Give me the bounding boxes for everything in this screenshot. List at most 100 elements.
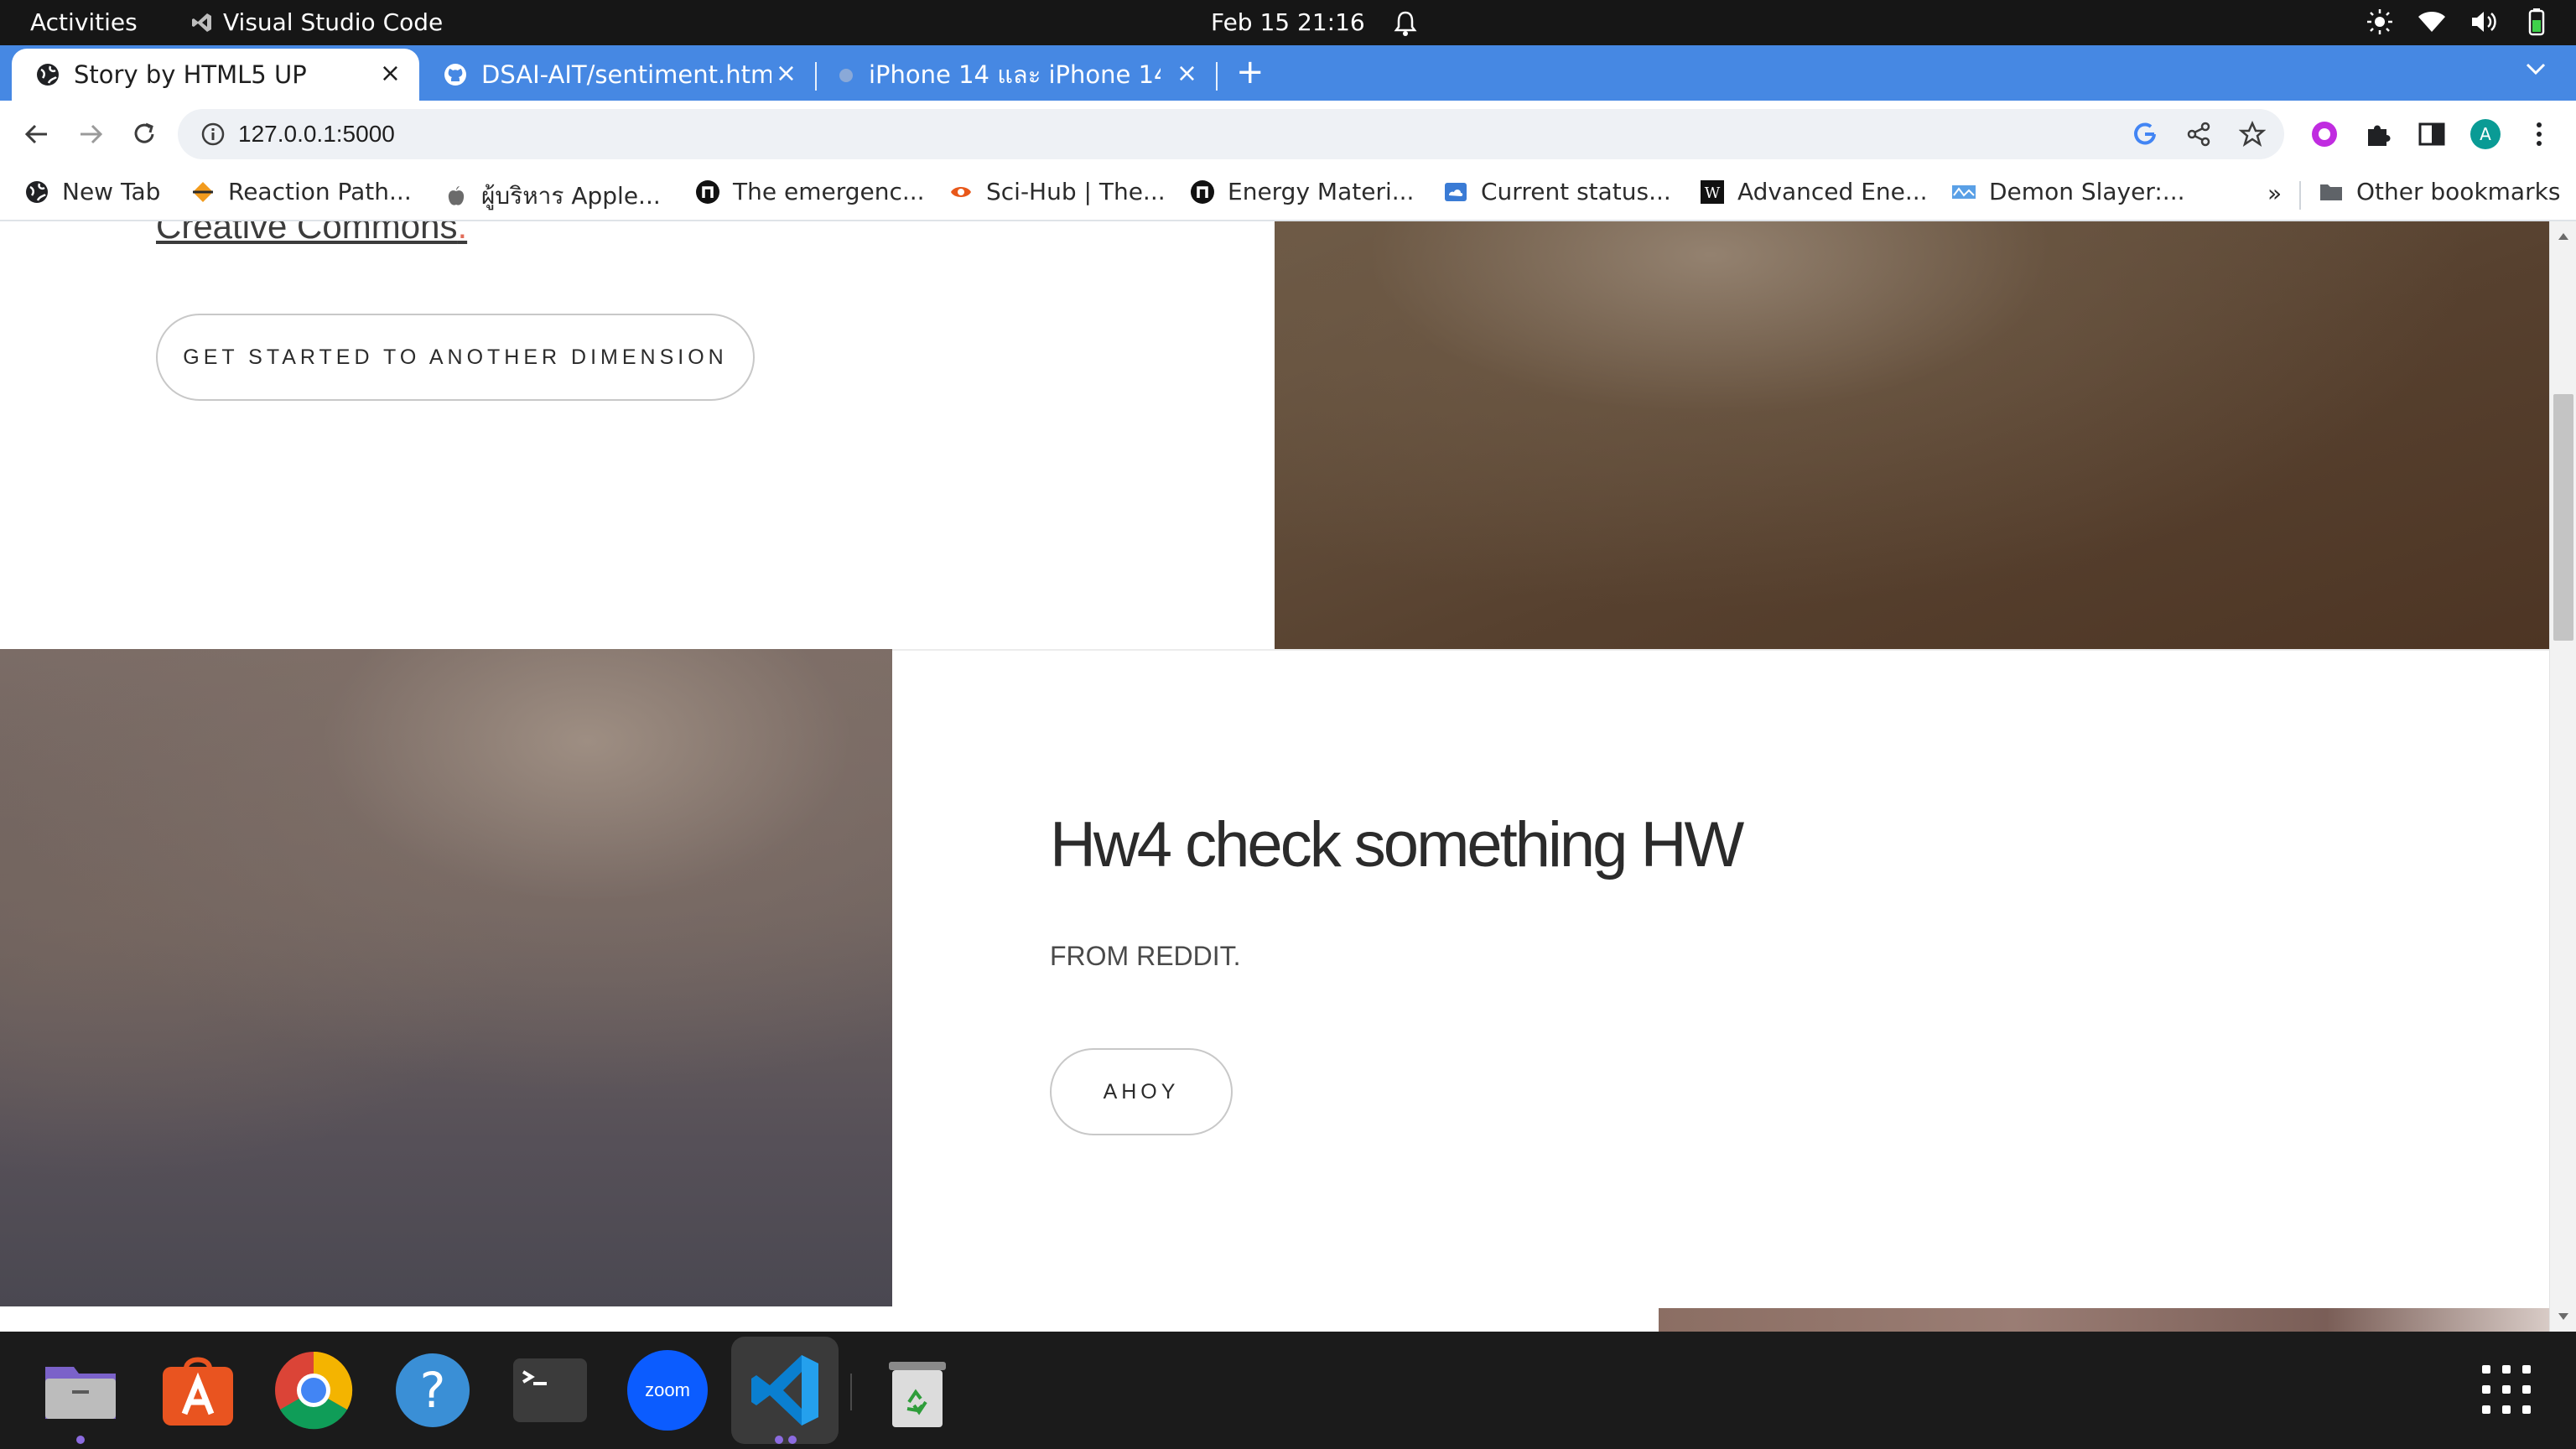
terminal-icon[interactable] <box>510 1350 590 1431</box>
chrome-icon[interactable] <box>273 1350 354 1431</box>
bookmark-label: ผู้บริหาร Apple... <box>481 182 661 210</box>
app-center-icon[interactable] <box>158 1350 238 1431</box>
ahoy-button[interactable]: AHOY <box>1050 1048 1233 1135</box>
github-icon <box>444 64 466 86</box>
share-icon[interactable] <box>2185 121 2212 148</box>
show-applications-icon[interactable] <box>2480 1363 2532 1415</box>
bookmark-star-icon[interactable] <box>2239 121 2266 148</box>
apple-icon <box>448 186 465 205</box>
bookmark-label: New Tab <box>62 178 161 205</box>
diamond-icon <box>193 181 213 202</box>
tab-close-button[interactable]: × <box>380 60 401 87</box>
vscode-icon <box>751 1355 818 1426</box>
next-section-image <box>1659 1308 2549 1332</box>
bookmark-label: Current status... <box>1481 178 1671 205</box>
get-started-button[interactable]: GET STARTED TO ANOTHER DIMENSION <box>156 314 755 401</box>
bookmark-new-tab[interactable]: New Tab <box>23 178 160 205</box>
tab-github[interactable]: DSAI-AIT/sentiment.html × <box>419 49 815 101</box>
n-logo-icon <box>696 179 719 204</box>
new-tab-button[interactable]: + <box>1236 52 1265 92</box>
globe-icon <box>37 64 59 86</box>
side-panel-icon[interactable] <box>2415 117 2449 151</box>
extensions-puzzle-icon[interactable] <box>2361 117 2395 151</box>
help-icon[interactable]: ? <box>392 1350 473 1431</box>
n-logo-icon <box>1191 179 1214 204</box>
system-top-bar: Activities Visual Studio Code Feb 15 21:… <box>0 0 2576 45</box>
spotlight-heading: Hw4 check something HW <box>1050 809 1744 880</box>
vscode-dock-item[interactable] <box>731 1337 839 1444</box>
scroll-down-arrow-icon[interactable] <box>2557 1310 2570 1323</box>
svg-text:A: A <box>2480 124 2491 144</box>
brightness-icon <box>2367 9 2392 34</box>
bookmark-demon-slayer[interactable]: Demon Slayer:... <box>1950 178 2185 205</box>
tab-strip: Story by HTML5 UP × DSAI-AIT/sentiment.h… <box>0 45 2576 101</box>
raven-icon <box>951 186 971 197</box>
bookmark-advanced-energy[interactable]: W Advanced Ene... <box>1699 178 1928 205</box>
bookmark-current-status[interactable]: Current status... <box>1442 178 1671 205</box>
ubuntu-dock: ? zoom <box>0 1332 2576 1449</box>
clock[interactable]: Feb 15 21:16 <box>1211 8 1365 36</box>
page-scrollbar[interactable] <box>2549 221 2576 1332</box>
bookmark-sci-hub[interactable]: Sci-Hub | The... <box>948 178 1166 205</box>
creative-commons-link-text: Creative Commons <box>156 221 458 246</box>
globe-icon <box>26 180 48 203</box>
other-bookmarks-folder[interactable]: Other bookmarks <box>2318 178 2560 205</box>
trash-icon[interactable] <box>877 1350 958 1431</box>
notification-bell-icon[interactable] <box>1390 8 1420 39</box>
forward-arrow-icon[interactable] <box>74 117 107 151</box>
running-indicator <box>788 1436 797 1444</box>
bookmarks-bar: New Tab Reaction Path... ผู้บริหาร Apple… <box>0 168 2576 221</box>
tab-close-button[interactable]: × <box>776 60 797 87</box>
bookmark-energy-materials[interactable]: Energy Materi... <box>1189 178 1414 205</box>
bookmark-separator <box>2299 181 2301 210</box>
cloud-icon <box>1445 182 1467 201</box>
bookmark-apple[interactable]: ผู้บริหาร Apple... <box>443 178 661 215</box>
activities-button[interactable]: Activities <box>30 8 138 36</box>
more-bookmarks-chevron[interactable]: » <box>2267 179 2282 207</box>
bookmark-label: Demon Slayer:... <box>1989 178 2185 205</box>
svg-text:?: ? <box>420 1362 446 1419</box>
url-text[interactable]: 127.0.0.1:5000 <box>238 121 395 148</box>
app-name: Visual Studio Code <box>223 8 444 36</box>
spotlight-subtitle: FROM REDDIT. <box>1050 941 1241 971</box>
running-indicator <box>76 1436 85 1444</box>
more-menu-icon[interactable] <box>2522 117 2556 151</box>
volume-icon <box>2472 12 2496 32</box>
battery-icon <box>2528 8 2545 36</box>
scroll-up-arrow-icon[interactable] <box>2557 230 2570 243</box>
creative-commons-link[interactable]: Creative Commons. <box>156 221 467 247</box>
profile-avatar-icon[interactable]: A <box>2469 117 2502 151</box>
bookmark-label: Energy Materi... <box>1228 178 1415 205</box>
app-menu[interactable]: Visual Studio Code <box>191 8 443 36</box>
tab-close-button[interactable]: × <box>1176 60 1197 87</box>
google-lens-icon[interactable] <box>2132 121 2158 148</box>
scroll-thumb[interactable] <box>2553 394 2573 641</box>
banner-image-top <box>1275 221 2549 649</box>
tab-separator <box>1216 62 1218 91</box>
spotlight-image <box>0 649 892 1306</box>
tab-story[interactable]: Story by HTML5 UP × <box>12 49 419 101</box>
extension-purple-icon[interactable] <box>2308 117 2341 151</box>
cc-period: . <box>457 221 468 246</box>
running-indicator <box>775 1436 783 1444</box>
zoom-icon[interactable]: zoom <box>627 1350 708 1431</box>
bookmark-label: Reaction Path... <box>228 178 412 205</box>
files-icon[interactable] <box>40 1350 121 1431</box>
bookmark-emergence[interactable]: The emergenc... <box>694 178 925 205</box>
site-info-icon[interactable] <box>200 121 226 148</box>
wifi-icon <box>2418 12 2445 32</box>
bookmark-reaction-path[interactable]: Reaction Path... <box>190 178 412 205</box>
vscode-icon <box>192 13 211 32</box>
bookmark-label: The emergenc... <box>733 178 925 205</box>
reload-icon[interactable] <box>127 117 161 151</box>
address-bar[interactable]: 127.0.0.1:5000 <box>178 109 2284 159</box>
tab-search-chevron-icon[interactable] <box>2522 55 2549 82</box>
tab-title: Story by HTML5 UP <box>74 60 307 89</box>
system-tray[interactable] <box>2365 7 2551 37</box>
bookmark-label: Sci-Hub | The... <box>986 178 1166 205</box>
back-arrow-icon[interactable] <box>20 117 54 151</box>
bookmark-label: Advanced Ene... <box>1737 178 1928 205</box>
browser-toolbar: 127.0.0.1:5000 A <box>0 101 2576 168</box>
folder-icon <box>2320 184 2342 200</box>
tab-iphone[interactable]: iPhone 14 และ iPhone 14 × <box>817 49 1216 101</box>
